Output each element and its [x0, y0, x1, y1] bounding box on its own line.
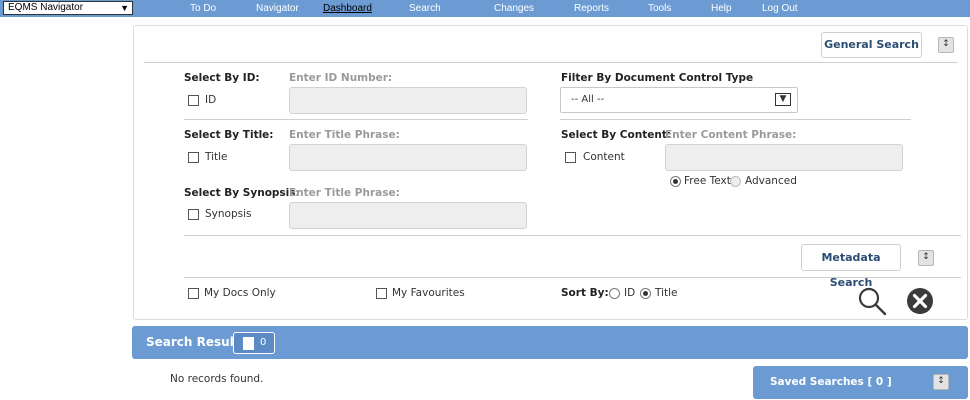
doc-control-type-value: -- All -- — [571, 94, 605, 105]
advanced-radio[interactable] — [730, 176, 741, 187]
advanced-label: Advanced — [745, 175, 797, 187]
content-checkbox[interactable] — [565, 152, 576, 163]
doc-control-type-select[interactable]: -- All -- ▼ — [560, 87, 798, 113]
my-favourites-checkbox[interactable] — [376, 288, 387, 299]
divider — [144, 62, 958, 63]
my-docs-only-label: My Docs Only — [204, 287, 276, 299]
title-checkbox-label: Title — [205, 151, 228, 163]
title-field-label: Enter Title Phrase: — [289, 129, 400, 141]
nav-navigator[interactable]: Navigator — [256, 3, 299, 14]
nav-changes[interactable]: Changes — [494, 3, 534, 14]
select-by-synopsis-label: Select By Synopsis: — [184, 187, 300, 199]
search-panel: General Search ↕ Select By ID: ID Enter … — [133, 25, 968, 320]
no-records-message: No records found. — [170, 373, 264, 385]
metadata-search-button[interactable]: Metadata Search — [801, 244, 901, 289]
sort-title-label: Title — [655, 287, 678, 299]
nav-search[interactable]: Search — [409, 3, 441, 14]
nav-reports[interactable]: Reports — [574, 3, 609, 14]
select-by-title-label: Select By Title: — [184, 129, 274, 141]
chevron-down-icon: ▼ — [120, 3, 129, 13]
chevron-down-icon: ▼ — [775, 93, 791, 106]
divider — [184, 119, 528, 120]
expand-icon[interactable]: ↕ — [918, 250, 934, 266]
content-checkbox-label: Content — [583, 151, 625, 163]
select-by-content-label: Select By Content: — [561, 129, 672, 141]
general-search-button[interactable]: General Search — [821, 32, 922, 58]
clear-icon[interactable] — [906, 287, 934, 315]
id-checkbox-label: ID — [205, 94, 217, 106]
module-selector-value: EQMS Navigator — [8, 2, 84, 13]
divider — [184, 235, 961, 236]
divider — [560, 119, 911, 120]
result-count: 0 — [260, 337, 267, 348]
sort-title-radio[interactable] — [640, 288, 651, 299]
sort-by-label: Sort By: — [561, 287, 609, 299]
content-field-label: Enter Content Phrase: — [665, 129, 797, 141]
filter-doc-control-label: Filter By Document Control Type — [561, 72, 754, 84]
saved-searches-label: Saved Searches [ 0 ] — [770, 376, 892, 388]
nav-logout[interactable]: Log Out — [762, 3, 798, 14]
divider — [184, 277, 961, 278]
my-docs-only-checkbox[interactable] — [188, 288, 199, 299]
collapse-icon[interactable]: ↕ — [938, 37, 954, 53]
id-checkbox[interactable] — [188, 95, 199, 106]
title-phrase-input[interactable] — [289, 144, 527, 171]
search-result-title: Search Result — [146, 335, 240, 349]
my-favourites-label: My Favourites — [392, 287, 465, 299]
document-icon — [243, 337, 254, 350]
nav-help[interactable]: Help — [711, 3, 732, 14]
top-nav-bar: EQMS Navigator ▼ To Do Navigator Dashboa… — [0, 0, 970, 17]
synopsis-field-label: Enter Title Phrase: — [289, 187, 400, 199]
free-text-label: Free Text — [684, 175, 731, 187]
free-text-radio[interactable] — [670, 176, 681, 187]
search-icon[interactable] — [858, 287, 888, 317]
result-count-badge[interactable]: 0 — [233, 332, 275, 354]
saved-searches-bar[interactable]: Saved Searches [ 0 ] ↕ — [753, 366, 968, 399]
nav-tools[interactable]: Tools — [648, 3, 671, 14]
module-selector[interactable]: EQMS Navigator ▼ — [3, 1, 133, 15]
sort-id-radio[interactable] — [609, 288, 620, 299]
synopsis-checkbox-label: Synopsis — [205, 208, 252, 220]
id-number-input[interactable] — [289, 87, 527, 114]
search-result-bar: Search Result 0 — [132, 326, 968, 359]
synopsis-checkbox[interactable] — [188, 209, 199, 220]
select-by-id-label: Select By ID: — [184, 72, 260, 84]
id-field-label: Enter ID Number: — [289, 72, 393, 84]
expand-icon[interactable]: ↕ — [933, 374, 949, 390]
nav-todo[interactable]: To Do — [190, 3, 216, 14]
title-checkbox[interactable] — [188, 152, 199, 163]
sort-id-label: ID — [624, 287, 636, 299]
content-phrase-input[interactable] — [665, 144, 903, 171]
nav-dashboard[interactable]: Dashboard — [323, 3, 372, 14]
synopsis-phrase-input[interactable] — [289, 202, 527, 229]
